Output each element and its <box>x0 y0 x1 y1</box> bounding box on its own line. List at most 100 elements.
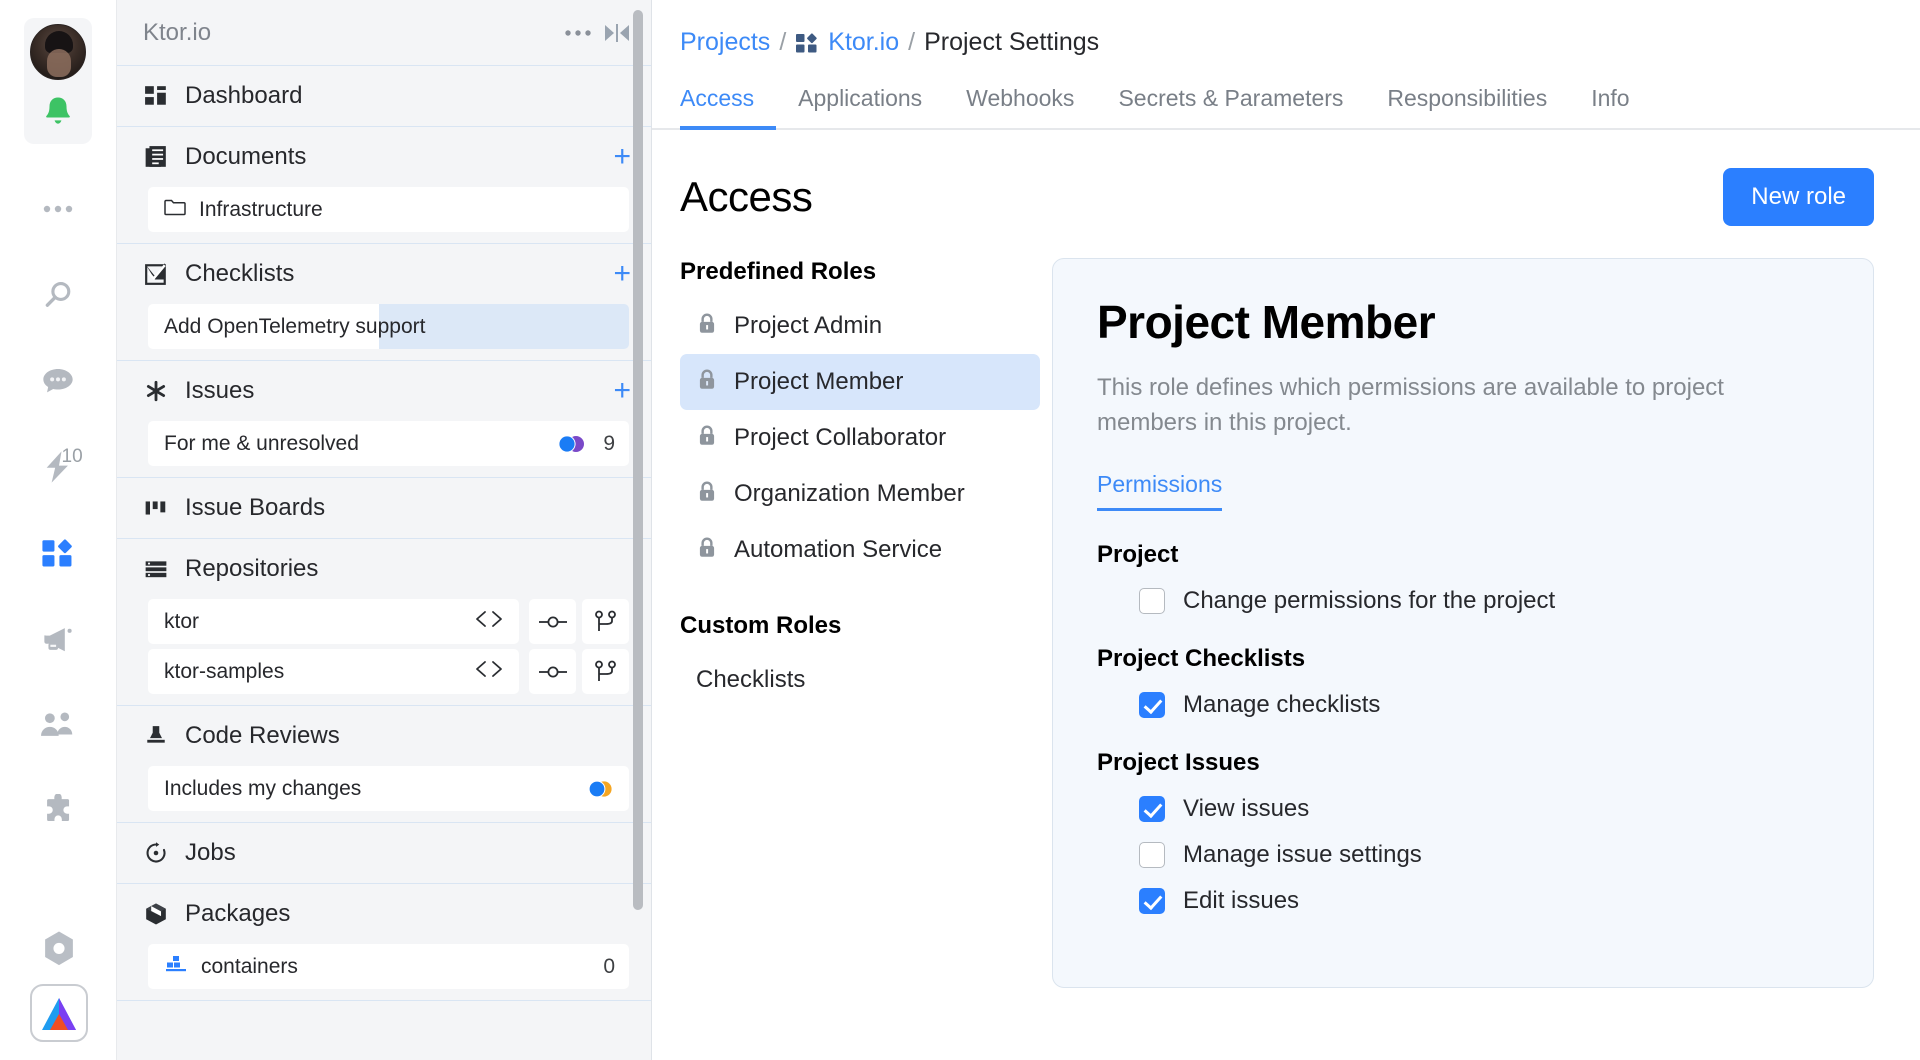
bolt-icon[interactable]: 10 <box>0 424 117 510</box>
lock-icon <box>696 424 718 453</box>
add-document-button[interactable]: + <box>613 142 631 172</box>
predefined-roles-header: Predefined Roles <box>680 258 877 285</box>
containers-icon <box>164 954 188 979</box>
checkbox[interactable] <box>1139 887 1165 914</box>
sidebar-item-issues[interactable]: Issues + <box>117 361 651 421</box>
ellipsis-icon[interactable] <box>565 29 591 37</box>
perm-edit-issues[interactable]: Edit issues <box>1139 887 1829 915</box>
automation-count: 10 <box>61 446 83 467</box>
checkbox[interactable] <box>1139 795 1165 822</box>
sidebar-item-package-containers[interactable]: containers 0 <box>148 944 629 989</box>
projects-icon[interactable] <box>0 510 117 596</box>
perm-change-permissions-for-the-project[interactable]: Change permissions for the project <box>1139 587 1829 615</box>
hexnut-icon[interactable] <box>0 930 117 968</box>
sidebar-item-review-filter[interactable]: Includes my changes <box>148 766 629 811</box>
sidebar-child-label: Infrastructure <box>199 197 323 221</box>
sidebar-item-checklists[interactable]: Checklists + <box>117 244 651 304</box>
app-logo[interactable] <box>29 984 88 1042</box>
main-content: Projects / Ktor.io / Project Settings Ac… <box>652 0 1920 1060</box>
role-checklists[interactable]: Checklists <box>680 652 1040 708</box>
role-label: Organization Member <box>734 480 965 507</box>
folder-icon <box>164 198 186 221</box>
dashboard-icon <box>143 84 169 108</box>
sidebar-item-label: Jobs <box>185 839 236 866</box>
new-role-button[interactable]: New role <box>1723 168 1874 226</box>
page-title: Access <box>680 173 813 220</box>
puzzle-icon[interactable] <box>0 768 117 854</box>
sidebar-section-code-reviews: Code Reviews Includes my changes <box>117 706 651 823</box>
perm-group-project-issues: Project Issues View issues Manage issue … <box>1097 749 1829 915</box>
tab-info[interactable]: Info <box>1569 85 1651 128</box>
code-icon[interactable] <box>473 609 505 634</box>
role-detail-description: This role defines which permissions are … <box>1097 374 1724 436</box>
breadcrumb-separator: / <box>779 28 787 56</box>
sidebar-item-issue-boards[interactable]: Issue Boards <box>117 478 651 538</box>
chat-icon[interactable] <box>0 338 117 424</box>
role-label: Automation Service <box>734 536 943 563</box>
sidebar-item-code-reviews[interactable]: Code Reviews <box>117 706 651 766</box>
add-checklist-button[interactable]: + <box>613 259 631 289</box>
repositories-icon <box>143 557 169 581</box>
sidebar-item-repo-ktor-samples[interactable]: ktor-samples <box>148 649 519 694</box>
user-avatar[interactable] <box>30 24 86 80</box>
role-label: Project Admin <box>734 312 883 339</box>
documents-icon <box>143 145 169 169</box>
tab-permissions[interactable]: Permissions <box>1097 471 1223 511</box>
issues-icon <box>143 379 169 403</box>
sidebar-item-issue-filter[interactable]: For me & unresolved 9 <box>148 421 629 466</box>
tab-webhooks[interactable]: Webhooks <box>944 85 1096 128</box>
lock-icon <box>696 368 718 397</box>
repo-label: ktor <box>164 609 200 633</box>
tab-access[interactable]: Access <box>680 85 777 130</box>
sidebar-item-label: Issue Boards <box>185 494 326 521</box>
people-icon[interactable] <box>0 682 117 768</box>
branches-icon[interactable] <box>582 599 629 644</box>
sidebar-scrollbar[interactable] <box>633 10 643 910</box>
sidebar-item-document-infrastructure[interactable]: Infrastructure <box>148 187 629 232</box>
role-automation-service[interactable]: Automation Service <box>680 522 1040 578</box>
code-icon[interactable] <box>473 659 505 684</box>
bell-icon[interactable] <box>30 86 86 136</box>
role-detail-title: Project Member <box>1097 296 1436 348</box>
role-project-admin[interactable]: Project Admin <box>680 298 1040 354</box>
perm-group-project-checklists: Project Checklists Manage checklists <box>1097 645 1829 719</box>
add-issue-button[interactable]: + <box>613 376 631 406</box>
role-organization-member[interactable]: Organization Member <box>680 466 1040 522</box>
tab-applications[interactable]: Applications <box>776 85 944 128</box>
sidebar-item-label: Code Reviews <box>185 722 340 749</box>
perm-manage-issue-settings[interactable]: Manage issue settings <box>1139 841 1829 869</box>
breadcrumb-projects[interactable]: Projects <box>680 28 770 57</box>
megaphone-icon[interactable] <box>0 596 117 682</box>
breadcrumb-project[interactable]: Ktor.io <box>828 28 899 57</box>
tab-secrets-parameters[interactable]: Secrets & Parameters <box>1096 85 1365 128</box>
checkbox[interactable] <box>1139 841 1165 868</box>
collapse-panel-icon[interactable] <box>603 22 631 44</box>
checkbox[interactable] <box>1139 691 1165 718</box>
sidebar-item-checklist-opentelemetry[interactable]: Add OpenTelemetry support <box>148 304 629 349</box>
search-icon[interactable] <box>0 252 117 338</box>
sidebar-item-dashboard[interactable]: Dashboard <box>117 66 651 126</box>
perm-manage-checklists[interactable]: Manage checklists <box>1139 691 1829 719</box>
role-label: Checklists <box>696 666 806 693</box>
sidebar-item-jobs[interactable]: Jobs <box>117 823 651 883</box>
commits-icon[interactable] <box>529 649 576 694</box>
sidebar-item-repo-ktor[interactable]: ktor <box>148 599 519 644</box>
checkbox[interactable] <box>1139 587 1165 614</box>
breadcrumb: Projects / Ktor.io / Project Settings <box>652 0 1920 57</box>
sidebar-item-documents[interactable]: Documents + <box>117 127 651 187</box>
sidebar-item-packages[interactable]: Packages <box>117 884 651 944</box>
sidebar-item-repositories[interactable]: Repositories <box>117 539 651 599</box>
role-project-collaborator[interactable]: Project Collaborator <box>680 410 1040 466</box>
commits-icon[interactable] <box>529 599 576 644</box>
perm-view-issues[interactable]: View issues <box>1139 795 1829 823</box>
sidebar-child-label: Add OpenTelemetry support <box>164 314 426 338</box>
tab-responsibilities[interactable]: Responsibilities <box>1365 85 1569 128</box>
role-project-member[interactable]: Project Member <box>680 354 1040 410</box>
app-root: 10 Ktor.io Dashboard Documents + Infrast… <box>0 0 1920 1060</box>
issue-avatars-icon <box>556 434 590 454</box>
project-icon <box>795 32 819 54</box>
branches-icon[interactable] <box>582 649 629 694</box>
sidebar-item-label: Packages <box>185 900 291 927</box>
more-icon[interactable] <box>0 166 117 252</box>
lock-icon <box>696 536 718 565</box>
